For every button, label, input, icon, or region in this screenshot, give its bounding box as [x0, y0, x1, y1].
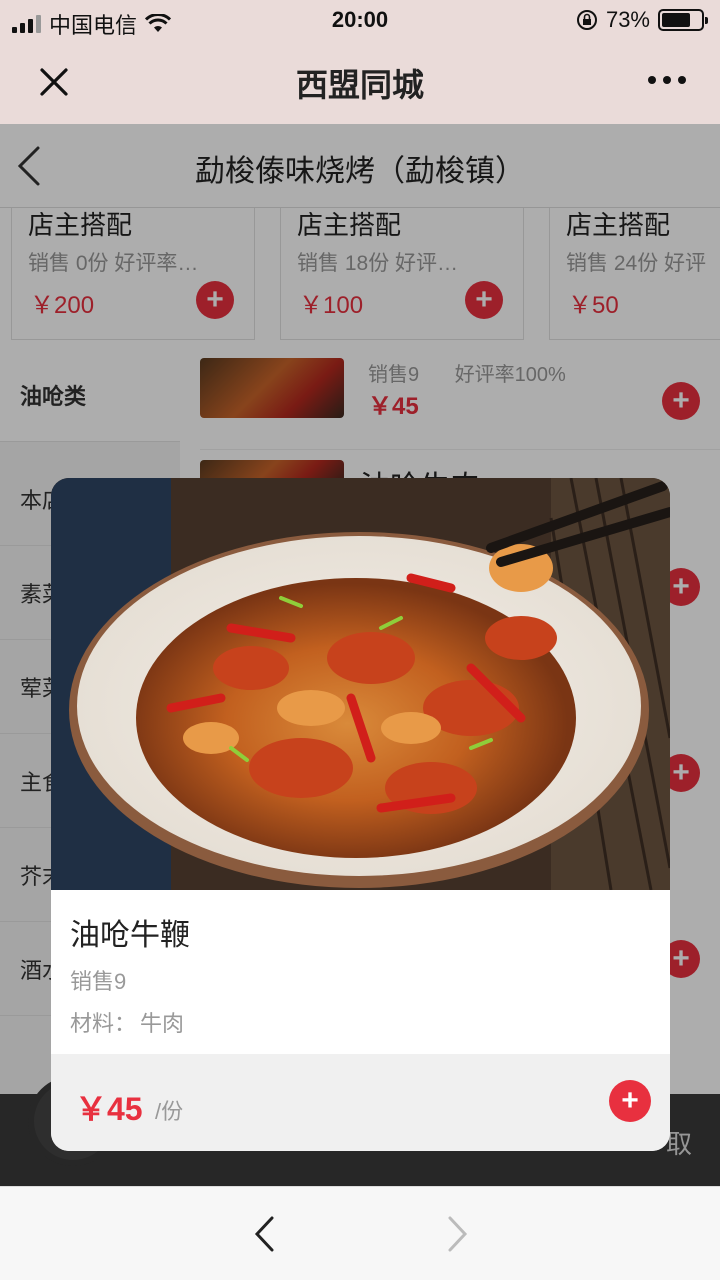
dish-name: 油呛牛鞭 [70, 919, 190, 952]
add-to-cart-button[interactable]: + [609, 1080, 651, 1122]
more-icon[interactable] [648, 76, 686, 84]
browser-toolbar [0, 1186, 720, 1280]
dish-material: 材料： 牛肉 [70, 1006, 184, 1038]
rotation-lock-icon [576, 10, 597, 30]
battery-level [662, 13, 690, 27]
dish-photo [51, 478, 670, 890]
plus-icon: + [621, 1084, 639, 1117]
dish-price: ￥45 [75, 1091, 143, 1127]
nav-title: 西盟同城 [295, 67, 424, 103]
modal-footer: ￥45 /份 + [51, 1054, 670, 1151]
chevron-right-icon[interactable] [444, 1215, 470, 1253]
chevron-left-icon[interactable] [252, 1215, 278, 1253]
dish-detail-modal: 油呛牛鞭 销售9 材料： 牛肉 ￥45 /份 + [51, 478, 670, 1151]
price-unit: /份 [155, 1099, 184, 1124]
status-right: 73% [576, 7, 708, 33]
material-label: 材料： [70, 1011, 137, 1036]
battery-icon [658, 9, 708, 31]
status-bar: 中国电信 20:00 73% [0, 0, 720, 40]
battery-percent: 73% [605, 7, 650, 32]
dish-photo-drawing [51, 478, 670, 890]
material-value: 牛肉 [140, 1011, 185, 1036]
dish-sales: 销售9 [70, 969, 127, 994]
nav-bar: 西盟同城 [0, 40, 720, 124]
